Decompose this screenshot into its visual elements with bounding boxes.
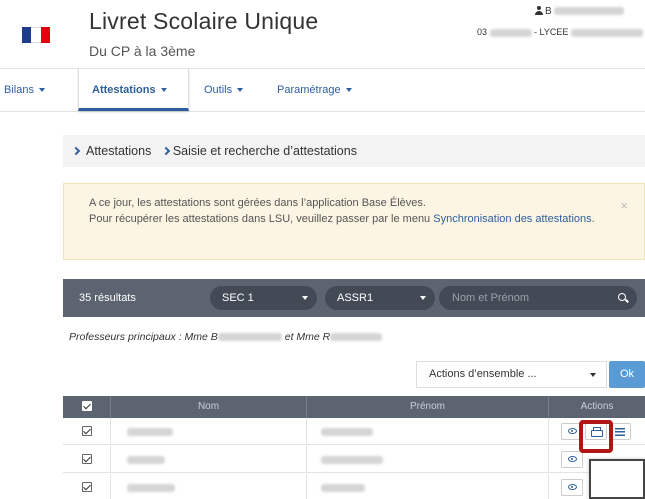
ok-button[interactable]: Ok — [609, 361, 645, 388]
view-button[interactable] — [561, 451, 583, 468]
row-checkbox[interactable] — [82, 482, 92, 492]
app-header: Livret Scolaire Unique Du CP à la 3ème B… — [0, 0, 645, 68]
main-navbar: Bilans Attestations Outils Paramétrage — [0, 68, 645, 112]
attestation-select[interactable]: ASSR1 — [325, 286, 435, 310]
nav-parametrage[interactable]: Paramétrage — [277, 69, 352, 111]
nav-bilans-label: Bilans — [4, 84, 34, 96]
nav-attestations-label: Attestations — [92, 84, 156, 96]
redacted-code — [489, 28, 532, 37]
alert-line2: Pour récupérer les attestations dans LSU… — [89, 213, 431, 225]
school-code: 03 — [477, 27, 488, 37]
header-actions: Actions — [580, 401, 614, 412]
select-all-checkbox[interactable] — [82, 401, 92, 411]
caret-down-icon — [302, 296, 308, 300]
app-title: Livret Scolaire Unique — [89, 8, 319, 34]
caret-down-icon — [345, 88, 352, 92]
nav-outils-label: Outils — [204, 84, 233, 96]
chevron-right-icon — [161, 146, 171, 156]
school-label: - LYCEE — [534, 27, 569, 37]
table-row — [63, 446, 645, 473]
redacted-nom — [127, 428, 173, 436]
class-select[interactable]: SEC 1 — [210, 286, 317, 310]
nav-attestations[interactable]: Attestations — [78, 69, 189, 111]
profs-prefix: Professeurs principaux : Mme B — [69, 331, 218, 343]
search-icon[interactable] — [618, 293, 626, 301]
school-info: 03 - LYCEE — [477, 27, 643, 37]
redacted-teacher2 — [330, 333, 383, 342]
profs-middle: et Mme R — [284, 331, 331, 343]
user-name: B — [545, 6, 552, 17]
bulk-actions-label: Actions d’ensemble ... — [429, 368, 537, 380]
user-menu[interactable]: B — [535, 6, 625, 17]
redacted-prenom — [321, 484, 365, 492]
eye-icon — [568, 428, 577, 434]
chevron-right-icon — [71, 146, 81, 156]
breadcrumb-current: Saisie et recherche d’attestations — [172, 144, 357, 158]
redacted-nom — [127, 484, 175, 492]
redacted-prenom — [321, 456, 383, 464]
marianne-logo — [22, 27, 50, 43]
header-prenom[interactable]: Prénom — [307, 396, 549, 418]
bulk-actions-select[interactable]: Actions d’ensemble ... — [416, 361, 607, 388]
class-select-value: SEC 1 — [222, 292, 254, 304]
nav-bilans[interactable]: Bilans — [4, 69, 45, 111]
header-nom[interactable]: Nom — [111, 396, 307, 418]
results-count: 35 résultats — [79, 292, 136, 304]
search-placeholder: Nom et Prénom — [452, 292, 530, 304]
print-highlight — [579, 420, 613, 453]
redacted-school — [570, 28, 643, 37]
header-select-all — [63, 396, 111, 418]
caret-down-icon — [420, 296, 426, 300]
row-checkbox[interactable] — [82, 426, 92, 436]
app-subtitle: Du CP à la 3ème — [89, 43, 196, 59]
view-button[interactable] — [561, 479, 583, 496]
table-header: Nom Prénom Actions — [63, 396, 645, 418]
redacted-prenom — [321, 428, 373, 436]
caret-down-icon — [237, 88, 244, 92]
caret-down-icon — [160, 88, 167, 92]
table-row — [63, 418, 645, 445]
filter-bar: 35 résultats SEC 1 ASSR1 Nom et Prénom — [63, 279, 645, 317]
caret-down-icon — [590, 373, 596, 377]
name-search-input[interactable]: Nom et Prénom — [439, 286, 637, 310]
close-icon[interactable]: × — [620, 198, 628, 214]
caret-down-icon — [38, 88, 45, 92]
table-row — [63, 474, 645, 499]
redacted-teacher1 — [217, 333, 282, 342]
redacted-user — [554, 7, 625, 16]
sync-link[interactable]: Synchronisation des attestations — [433, 213, 591, 225]
eye-icon — [568, 456, 577, 462]
breadcrumb-attestations[interactable]: Attestations — [86, 144, 151, 158]
attestation-select-value: ASSR1 — [337, 292, 374, 304]
print-popover — [589, 459, 645, 499]
redacted-nom — [127, 456, 165, 464]
eye-icon — [568, 484, 577, 490]
alert-line1: A ce jour, les attestations sont gérées … — [89, 197, 426, 209]
breadcrumb: Attestations Saisie et recherche d’attes… — [63, 135, 645, 167]
info-alert: A ce jour, les attestations sont gérées … — [63, 183, 645, 260]
nav-outils[interactable]: Outils — [204, 69, 244, 111]
alert-end: . — [591, 213, 595, 225]
main-teachers: Professeurs principaux : Mme B et Mme R — [69, 331, 383, 343]
row-checkbox[interactable] — [82, 454, 92, 464]
list-icon — [615, 428, 625, 436]
nav-parametrage-label: Paramétrage — [277, 84, 341, 96]
user-icon — [535, 6, 543, 15]
